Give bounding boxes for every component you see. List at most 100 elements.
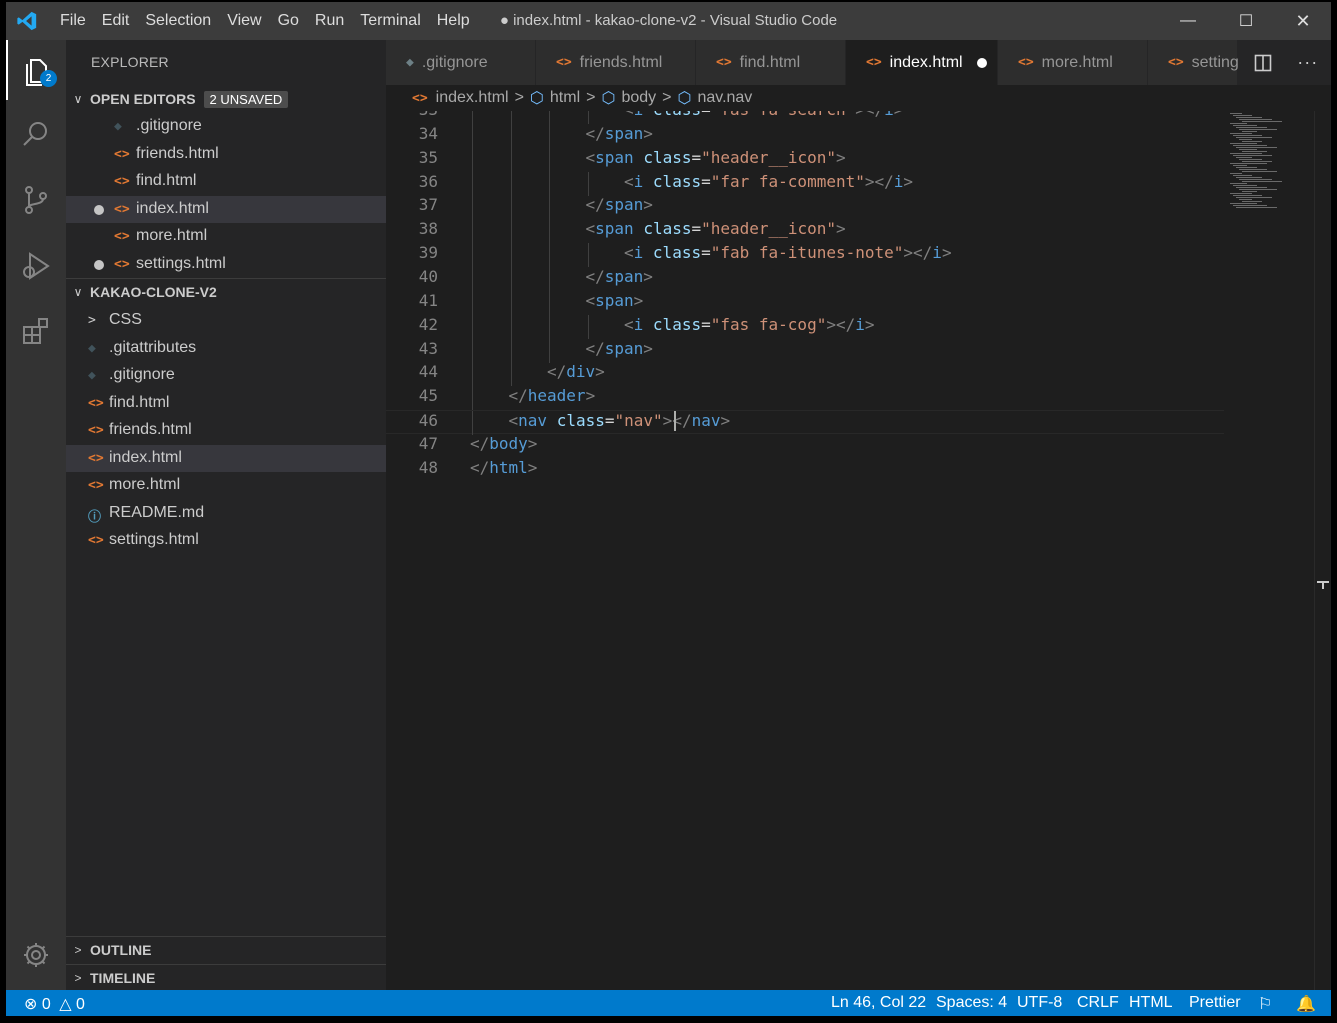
project-file-item[interactable]: ◆ .gitattributes: [66, 335, 386, 362]
run-debug-button[interactable]: [6, 236, 66, 296]
token: i: [634, 111, 644, 119]
project-file-item[interactable]: ⓘ README.md: [66, 500, 386, 527]
cursor-position[interactable]: Ln 46, Col 22: [831, 994, 926, 1012]
split-editor-icon[interactable]: [1254, 54, 1272, 72]
project-file-item[interactable]: <> friends.html: [66, 417, 386, 444]
menu-item-edit[interactable]: Edit: [94, 12, 138, 30]
more-actions-icon[interactable]: ···: [1297, 52, 1318, 73]
manage-button[interactable]: [6, 925, 66, 985]
notifications-icon[interactable]: 🔔: [1296, 994, 1316, 1014]
indentation[interactable]: Spaces: 4: [936, 994, 1007, 1012]
indent-guide: [549, 111, 550, 124]
line-code: </span>: [586, 195, 653, 214]
minimap-line: [1236, 167, 1257, 168]
menu-item-view[interactable]: View: [219, 12, 269, 30]
end-of-line[interactable]: CRLF: [1077, 994, 1119, 1012]
token: >: [527, 433, 538, 453]
token: class: [643, 147, 692, 167]
open-editor-item[interactable]: <> settings.html: [66, 251, 386, 278]
breadcrumb-item[interactable]: nav.nav: [697, 89, 752, 107]
minimize-button[interactable]: —: [1159, 2, 1217, 40]
indent-guide: [472, 195, 473, 220]
project-file-label: settings.html: [109, 531, 199, 548]
close-button[interactable]: ✕: [1274, 2, 1331, 40]
menu-item-run[interactable]: Run: [307, 12, 352, 30]
line-number: 43: [418, 338, 438, 358]
token: =: [701, 243, 711, 263]
tab--gitignore[interactable]: ◆ .gitignore: [386, 40, 536, 85]
token: "nav": [614, 411, 663, 431]
menu-item-terminal[interactable]: Terminal: [352, 12, 428, 30]
tab-index-html[interactable]: <> index.html: [846, 40, 998, 85]
minimap-line: [1233, 175, 1252, 176]
project-file-item[interactable]: <> settings.html: [66, 527, 386, 554]
minimap[interactable]: [1224, 111, 1314, 990]
minimap-line: [1239, 149, 1257, 150]
element-icon: ⬡: [529, 90, 544, 107]
indent-guide: [510, 338, 512, 363]
explorer-button[interactable]: 2: [6, 40, 66, 100]
source-control-button[interactable]: [6, 170, 66, 230]
project-header[interactable]: ∨ KAKAO-CLONE-V2: [66, 278, 386, 304]
search-button[interactable]: [6, 104, 66, 164]
breadcrumb-item[interactable]: index.html: [436, 89, 509, 107]
encoding[interactable]: UTF-8: [1017, 994, 1062, 1012]
open-editor-label: index.html: [136, 199, 209, 217]
tab-find-html[interactable]: <> find.html: [696, 40, 846, 85]
code-line: 44 </div>: [386, 362, 1224, 387]
minimap-line: [1230, 163, 1267, 164]
feedback-icon[interactable]: ⚐: [1258, 994, 1272, 1014]
open-editors-header[interactable]: ∨ OPEN EDITORS 2 UNSAVED: [66, 86, 386, 112]
vertical-scrollbar[interactable]: [1314, 111, 1331, 990]
extensions-button[interactable]: [6, 302, 66, 362]
indent-guide: [587, 111, 589, 124]
indent-guide: [510, 171, 512, 196]
problems-indicator[interactable]: ⊗ 0 △ 0: [24, 994, 85, 1014]
open-editor-item[interactable]: <> find.html: [66, 168, 386, 195]
project-file-item[interactable]: > CSS: [66, 307, 386, 334]
open-editor-item[interactable]: ◆ .gitignore: [66, 113, 386, 140]
minimap-line: [1230, 173, 1242, 174]
breadcrumb-item[interactable]: html: [550, 89, 580, 107]
maximize-button[interactable]: ☐: [1217, 2, 1275, 40]
warning-count: 0: [75, 996, 85, 1013]
tab-setting[interactable]: <> setting: [1148, 40, 1239, 85]
chevron-right-icon: >: [586, 89, 596, 106]
token: >: [894, 111, 904, 119]
project-file-item[interactable]: <> more.html: [66, 472, 386, 499]
minimap-line: [1236, 127, 1267, 128]
line-code: <i class="fab fa-itunes-note"></i>: [624, 243, 952, 262]
line-number: 39: [418, 243, 438, 263]
tab-label: setting: [1191, 53, 1239, 71]
project-file-item[interactable]: <> index.html: [66, 444, 386, 472]
indent-guide: [510, 111, 512, 124]
menu-item-file[interactable]: File: [52, 12, 94, 30]
line-number: 46: [418, 411, 438, 431]
tab-label: .gitignore: [421, 53, 488, 71]
tab-more-html[interactable]: <> more.html: [998, 40, 1148, 85]
indent-guide: [510, 266, 512, 291]
unsaved-dot-icon[interactable]: [976, 57, 987, 68]
formatter[interactable]: Prettier: [1189, 994, 1241, 1012]
language-mode[interactable]: HTML: [1129, 994, 1173, 1012]
outline-header[interactable]: > OUTLINE: [66, 936, 386, 962]
project-file-item[interactable]: <> find.html: [66, 390, 386, 417]
tab-friends-html[interactable]: <> friends.html: [536, 40, 696, 85]
minimap-line: [1242, 151, 1267, 152]
html-file-icon: <>: [556, 55, 572, 70]
menu-item-selection[interactable]: Selection: [137, 12, 219, 30]
timeline-header[interactable]: > TIMELINE: [66, 964, 386, 990]
open-editor-item[interactable]: <> more.html: [66, 223, 386, 250]
code-line: 43 </span>: [386, 338, 1224, 363]
code-editor[interactable]: 33<i class="fas fa-search"></i>34</span>…: [386, 111, 1224, 990]
open-editor-item[interactable]: <> friends.html: [66, 141, 386, 168]
menu-item-help[interactable]: Help: [429, 12, 478, 30]
project-file-item[interactable]: ◆ .gitignore: [66, 362, 386, 389]
breadcrumb-item[interactable]: body: [621, 89, 656, 107]
menu-item-go[interactable]: Go: [270, 12, 307, 30]
html-file-icon: <>: [1018, 55, 1034, 70]
open-editor-item[interactable]: <> index.html: [66, 195, 386, 223]
indent-guide: [549, 195, 550, 220]
indent-guide: [510, 362, 512, 387]
